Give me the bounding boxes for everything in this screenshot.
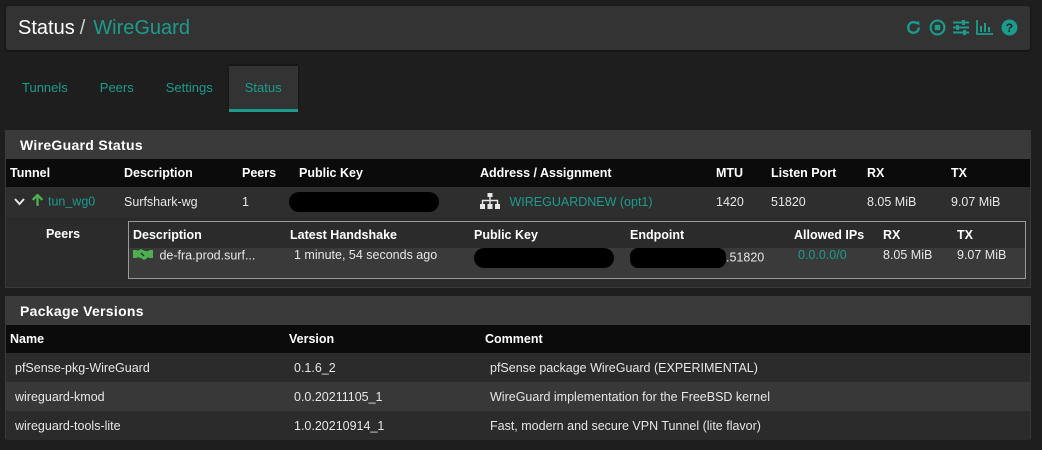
tunnel-description: Surfshark-wg <box>120 187 238 217</box>
peer-endpoint-cell: .51820 <box>626 248 790 278</box>
stop-icon[interactable] <box>928 18 946 36</box>
chart-icon[interactable] <box>976 18 994 36</box>
svg-text:?: ? <box>1005 21 1012 34</box>
panel-title: WireGuard Status <box>6 131 1030 159</box>
package-name: wireguard-tools-lite <box>6 411 285 440</box>
package-version: 0.0.20211105_1 <box>285 382 481 411</box>
peers-row: Peers Description Latest Handshake Publi… <box>6 217 1030 287</box>
tab-status[interactable]: Status <box>228 66 298 112</box>
peer-rx: 8.05 MiB <box>879 248 953 278</box>
column-header: Allowed IPs <box>790 222 879 248</box>
column-header: Name <box>6 325 285 353</box>
tunnel-tx: 9.07 MiB <box>947 187 1030 217</box>
column-header: Public Key <box>295 159 476 187</box>
redacted-peer-key <box>474 248 614 268</box>
peer-public-key <box>470 248 626 278</box>
peers-cell: Description Latest Handshake Public Key … <box>120 217 1030 287</box>
tab-tunnels[interactable]: Tunnels <box>6 66 84 112</box>
tunnel-row: tun_wg0 Surfshark-wg 1 WIREGUARDNEW (opt… <box>6 187 1030 217</box>
package-comment: WireGuard implementation for the FreeBSD… <box>481 382 1030 411</box>
tunnel-rx: 8.05 MiB <box>863 187 947 217</box>
help-icon[interactable]: ? <box>1000 18 1018 36</box>
panel-title: Package Versions <box>6 297 1030 325</box>
column-header: Version <box>285 325 481 353</box>
redacted-public-key <box>289 192 439 212</box>
package-table: Name Version Comment pfSense-pkg-WireGua… <box>6 325 1030 440</box>
table-row: pfSense-pkg-WireGuard 0.1.6_2 pfSense pa… <box>6 353 1030 382</box>
breadcrumb-separator: / <box>79 16 86 39</box>
chevron-down-icon[interactable] <box>14 195 25 209</box>
peers-table-header: Description Latest Handshake Public Key … <box>129 222 1025 248</box>
tunnel-mtu: 1420 <box>712 187 767 217</box>
package-name: pfSense-pkg-WireGuard <box>6 353 285 382</box>
header-icons: ? <box>904 18 1018 36</box>
peer-handshake: 1 minute, 54 seconds ago <box>286 248 470 278</box>
table-row: wireguard-tools-lite 1.0.20210914_1 Fast… <box>6 411 1030 440</box>
column-header: Description <box>129 222 286 248</box>
arrow-up-icon <box>31 193 44 210</box>
tab-peers[interactable]: Peers <box>84 66 150 112</box>
breadcrumb-wireguard[interactable]: WireGuard <box>93 17 190 40</box>
assignment-link[interactable]: WIREGUARDNEW (opt1) <box>509 194 652 208</box>
column-header: Address / Assignment <box>476 159 712 187</box>
tab-settings[interactable]: Settings <box>150 66 229 112</box>
tunnel-listen-port: 51820 <box>767 187 863 217</box>
tunnel-assignment-cell: WIREGUARDNEW (opt1) <box>476 187 712 217</box>
package-comment: Fast, modern and secure VPN Tunnel (lite… <box>481 411 1030 440</box>
allowed-ips-link[interactable]: 0.0.0.0/0 <box>798 248 847 262</box>
column-header: Peers <box>238 159 295 187</box>
tunnel-name-link[interactable]: tun_wg0 <box>48 194 95 208</box>
package-version: 1.0.20210914_1 <box>285 411 481 440</box>
network-tree-icon <box>480 192 500 212</box>
column-header: RX <box>863 159 947 187</box>
column-header: Latest Handshake <box>286 222 470 248</box>
tunnel-cell: tun_wg0 <box>6 187 120 217</box>
package-comment: pfSense package WireGuard (EXPERIMENTAL) <box>481 353 1030 382</box>
wireguard-status-panel: WireGuard Status Tunnel Description Peer… <box>5 130 1031 288</box>
peer-row: de-fra.prod.surf... 1 minute, 54 seconds… <box>129 248 1025 278</box>
peer-description-cell: de-fra.prod.surf... <box>129 248 286 278</box>
page-header: Status / WireGuard ? <box>6 6 1030 50</box>
package-table-header: Name Version Comment <box>6 325 1030 353</box>
column-header: RX <box>879 222 953 248</box>
table-row: wireguard-kmod 0.0.20211105_1 WireGuard … <box>6 382 1030 411</box>
package-versions-panel: Package Versions Name Version Comment pf… <box>5 296 1031 440</box>
tunnel-table-header: Tunnel Description Peers Public Key Addr… <box>6 159 1030 187</box>
breadcrumb-status[interactable]: Status <box>18 17 75 40</box>
peer-tx: 9.07 MiB <box>953 248 1025 278</box>
tunnel-peers: 1 <box>238 187 295 217</box>
peers-table-wrap: Description Latest Handshake Public Key … <box>128 221 1026 279</box>
handshake-icon <box>133 248 153 264</box>
settings-icon[interactable] <box>952 18 970 36</box>
package-name: wireguard-kmod <box>6 382 285 411</box>
tab-bar: Tunnels Peers Settings Status <box>6 66 298 112</box>
package-version: 0.1.6_2 <box>285 353 481 382</box>
peers-table: Description Latest Handshake Public Key … <box>129 222 1025 278</box>
reload-icon[interactable] <box>904 18 922 36</box>
tunnel-table: Tunnel Description Peers Public Key Addr… <box>6 159 1030 287</box>
peer-description: de-fra.prod.surf... <box>159 248 256 263</box>
peer-endpoint-port: .51820 <box>726 250 765 265</box>
column-header: MTU <box>712 159 767 187</box>
column-header: TX <box>953 222 1025 248</box>
peer-allowed-ips: 0.0.0.0/0 <box>790 248 879 278</box>
column-header: Public Key <box>470 222 626 248</box>
column-header: Listen Port <box>767 159 863 187</box>
column-header: TX <box>947 159 1030 187</box>
breadcrumb: Status / WireGuard <box>18 17 190 40</box>
peers-label: Peers <box>6 217 120 287</box>
redacted-endpoint <box>630 248 726 268</box>
column-header: Endpoint <box>626 222 790 248</box>
tunnel-public-key <box>289 187 476 217</box>
column-header: Description <box>120 159 238 187</box>
column-header: Tunnel <box>6 159 120 187</box>
column-header: Comment <box>481 325 1030 353</box>
